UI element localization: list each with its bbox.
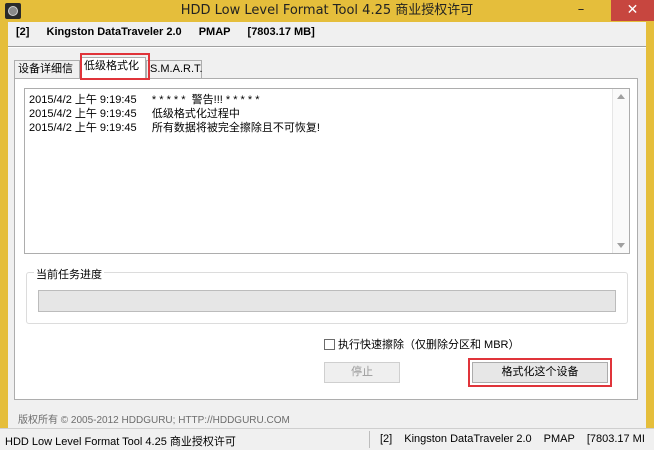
status-device-size: [7803.17 MI [586, 433, 645, 445]
status-device-index: [2] [380, 433, 393, 445]
device-size: [7803.17 MB] [247, 26, 315, 38]
copyright-text: 版权所有 © 2005-2012 HDDGURU; HTTP://HDDGURU… [18, 415, 290, 426]
status-divider [369, 431, 370, 448]
window-title: HDD Low Level Format Tool 4.25 商业授权许可 [180, 3, 474, 18]
status-device: [2] Kingston DataTraveler 2.0 PMAP [7803.17… [380, 433, 654, 445]
tab-smart[interactable]: S.M.A.R.T. [146, 60, 203, 78]
tab-highlight-annotation [80, 53, 150, 80]
log-box[interactable]: 2015/4/2 上午 9:19:45 * * * * * 警告!!! * * … [24, 88, 630, 254]
status-device-mode: PMAP [543, 433, 575, 445]
scroll-up-icon[interactable] [617, 94, 625, 99]
status-device-name: Kingston DataTraveler 2.0 [404, 433, 532, 445]
quick-wipe-checkbox[interactable] [324, 339, 335, 350]
main-window: [2] Kingston DataTraveler 2.0 PMAP [7803… [8, 22, 646, 428]
scroll-down-icon[interactable] [617, 243, 625, 248]
minimize-button[interactable]: – [568, 0, 594, 21]
status-app: HDD Low Level Format Tool 4.25 商业授权许可 [5, 436, 236, 448]
tab-device-details[interactable]: 设备详细信息 [14, 60, 80, 92]
progress-group-title: 当前任务进度 [34, 266, 104, 282]
log-scrollbar[interactable] [612, 89, 629, 253]
device-index: [2] [16, 26, 30, 38]
device-mode: PMAP [198, 26, 231, 38]
status-bar: HDD Low Level Format Tool 4.25 商业授权许可 [2… [0, 428, 654, 450]
stop-button[interactable]: 停止 [324, 362, 400, 383]
quick-wipe-option[interactable]: 执行快速擦除（仅删除分区和 MBR） [324, 336, 520, 352]
task-progress-bar [38, 290, 616, 312]
close-button[interactable]: ✕ [611, 0, 654, 21]
title-bar: HDD Low Level Format Tool 4.25 商业授权许可 – … [0, 0, 654, 22]
quick-wipe-label: 执行快速擦除（仅删除分区和 MBR） [338, 339, 520, 351]
device-header: [2] Kingston DataTraveler 2.0 PMAP [7803… [16, 26, 329, 38]
format-highlight-annotation [468, 358, 612, 387]
divider [8, 46, 646, 48]
device-name: Kingston DataTraveler 2.0 [46, 26, 182, 38]
log-line: 2015/4/2 上午 9:19:45 所有数据将被完全擦除且不可恢复! [29, 122, 320, 134]
